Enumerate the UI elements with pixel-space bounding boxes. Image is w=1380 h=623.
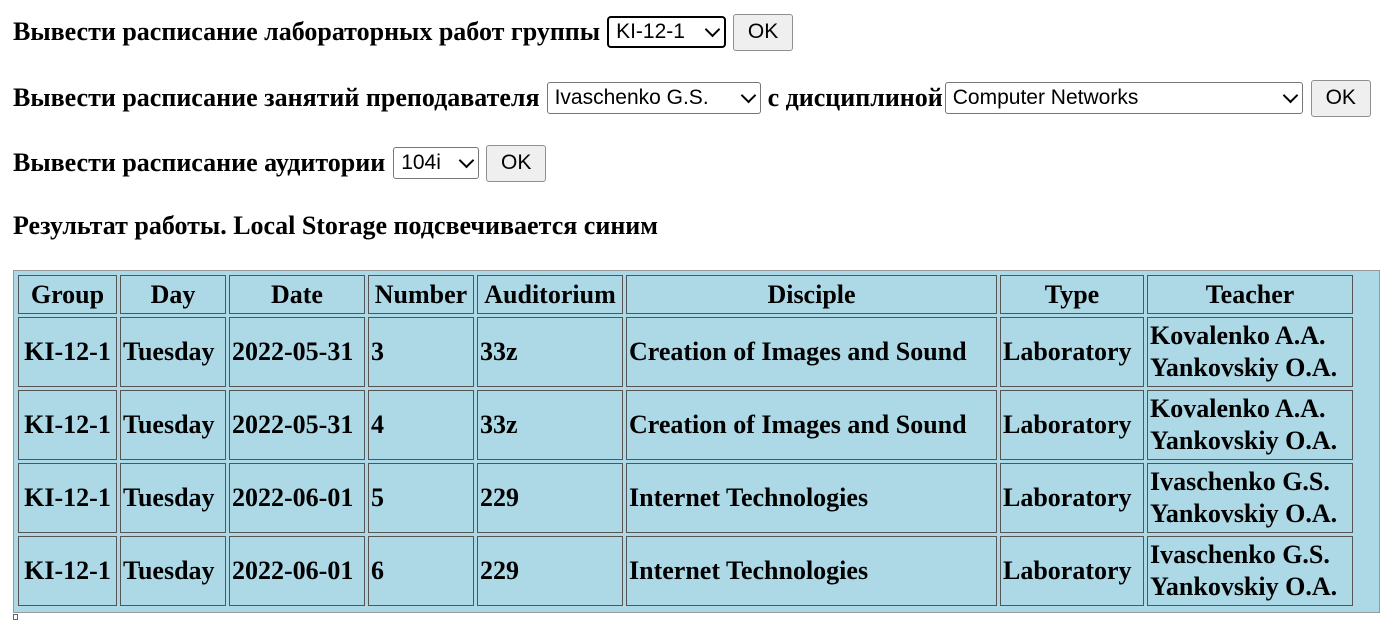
cell-day: Tuesday xyxy=(120,463,226,533)
discipline-select-value: Computer Networks xyxy=(952,86,1139,109)
teacher-select-value: Ivaschenko G.S. xyxy=(554,86,709,109)
chevron-down-icon xyxy=(458,152,475,168)
header-day: Day xyxy=(120,275,226,314)
teacher-name: Ivaschenko G.S. xyxy=(1150,540,1330,569)
teacher-name: Yankovskiy O.A. xyxy=(1150,572,1338,601)
group-schedule-form: Вывести расписание лабораторных работ гр… xyxy=(13,13,794,51)
cell-group: KI-12-1 xyxy=(18,317,117,387)
discipline-label: с дисциплиной xyxy=(767,83,943,112)
teacher-ok-button[interactable]: OK xyxy=(1310,79,1371,117)
teacher-name: Kovalenko A.A. xyxy=(1150,394,1326,423)
chevron-down-icon xyxy=(740,87,756,103)
result-heading: Результат работы. Local Storage подсвечи… xyxy=(13,211,658,240)
cell-teacher: Kovalenko A.A. Yankovskiy O.A. xyxy=(1147,390,1353,460)
cell-group: KI-12-1 xyxy=(18,536,117,606)
header-type: Type xyxy=(1000,275,1144,314)
teacher-name: Yankovskiy O.A. xyxy=(1150,353,1338,382)
cell-teacher: Kovalenko A.A. Yankovskiy O.A. xyxy=(1147,317,1353,387)
cell-number: 4 xyxy=(368,390,474,460)
cell-date: 2022-06-01 xyxy=(229,463,365,533)
header-auditorium: Auditorium xyxy=(477,275,623,314)
auditorium-select-value: 104i xyxy=(401,151,441,174)
teacher-schedule-label: Вывести расписание занятий преподавателя xyxy=(13,83,540,112)
teacher-name: Yankovskiy O.A. xyxy=(1150,499,1338,528)
cell-day: Tuesday xyxy=(120,390,226,460)
cell-day: Tuesday xyxy=(120,536,226,606)
cell-number: 6 xyxy=(368,536,474,606)
cell-type: Laboratory xyxy=(1000,463,1144,533)
cell-disciple: Internet Technologies xyxy=(626,463,997,533)
auditorium-ok-button[interactable]: OK xyxy=(486,144,547,182)
cell-auditorium: 229 xyxy=(477,463,623,533)
schedule-table: Group Day Date Number Auditorium Discipl… xyxy=(15,272,1356,609)
cell-number: 5 xyxy=(368,463,474,533)
header-disciple: Disciple xyxy=(626,275,997,314)
cell-disciple: Creation of Images and Sound xyxy=(626,317,997,387)
cell-type: Laboratory xyxy=(1000,536,1144,606)
teacher-name: Yankovskiy O.A. xyxy=(1150,426,1338,455)
group-select[interactable]: KI-12-1 xyxy=(607,16,727,48)
teacher-schedule-form: Вывести расписание занятий преподавателя… xyxy=(13,79,1371,117)
cell-group: KI-12-1 xyxy=(18,463,117,533)
cell-type: Laboratory xyxy=(1000,317,1144,387)
cell-teacher: Ivaschenko G.S. Yankovskiy O.A. xyxy=(1147,463,1353,533)
chevron-down-icon xyxy=(704,21,721,37)
cell-date: 2022-05-31 xyxy=(229,390,365,460)
group-ok-button[interactable]: OK xyxy=(733,13,794,51)
table-row: KI-12-1 Tuesday 2022-06-01 6 229 Interne… xyxy=(18,536,1353,606)
header-teacher: Teacher xyxy=(1147,275,1353,314)
header-group: Group xyxy=(18,275,117,314)
discipline-select[interactable]: Computer Networks xyxy=(944,82,1303,114)
cell-auditorium: 229 xyxy=(477,536,623,606)
chevron-down-icon xyxy=(1282,87,1299,103)
auditorium-select[interactable]: 104i xyxy=(393,147,480,179)
cell-disciple: Internet Technologies xyxy=(626,536,997,606)
result-table-container: Group Day Date Number Auditorium Discipl… xyxy=(13,270,1380,613)
cell-teacher: Ivaschenko G.S. Yankovskiy O.A. xyxy=(1147,536,1353,606)
auditorium-schedule-form: Вывести расписание аудитории 104i OK xyxy=(13,144,547,182)
cell-auditorium: 33z xyxy=(477,317,623,387)
table-header-row: Group Day Date Number Auditorium Discipl… xyxy=(18,275,1353,314)
cell-disciple: Creation of Images and Sound xyxy=(626,390,997,460)
cell-auditorium: 33z xyxy=(477,390,623,460)
cell-date: 2022-05-31 xyxy=(229,317,365,387)
teacher-name: Ivaschenko G.S. xyxy=(1150,467,1330,496)
group-schedule-label: Вывести расписание лабораторных работ гр… xyxy=(13,17,601,46)
group-select-value: KI-12-1 xyxy=(616,20,685,43)
table-row: KI-12-1 Tuesday 2022-05-31 3 33z Creatio… xyxy=(18,317,1353,387)
teacher-name: Kovalenko A.A. xyxy=(1150,321,1326,350)
cell-type: Laboratory xyxy=(1000,390,1144,460)
header-date: Date xyxy=(229,275,365,314)
cell-group: KI-12-1 xyxy=(18,390,117,460)
auditorium-schedule-label: Вывести расписание аудитории xyxy=(13,148,386,177)
empty-placeholder-box xyxy=(13,614,18,620)
cell-number: 3 xyxy=(368,317,474,387)
cell-date: 2022-06-01 xyxy=(229,536,365,606)
table-row: KI-12-1 Tuesday 2022-05-31 4 33z Creatio… xyxy=(18,390,1353,460)
teacher-select[interactable]: Ivaschenko G.S. xyxy=(546,82,761,114)
header-number: Number xyxy=(368,275,474,314)
table-row: KI-12-1 Tuesday 2022-06-01 5 229 Interne… xyxy=(18,463,1353,533)
cell-day: Tuesday xyxy=(120,317,226,387)
